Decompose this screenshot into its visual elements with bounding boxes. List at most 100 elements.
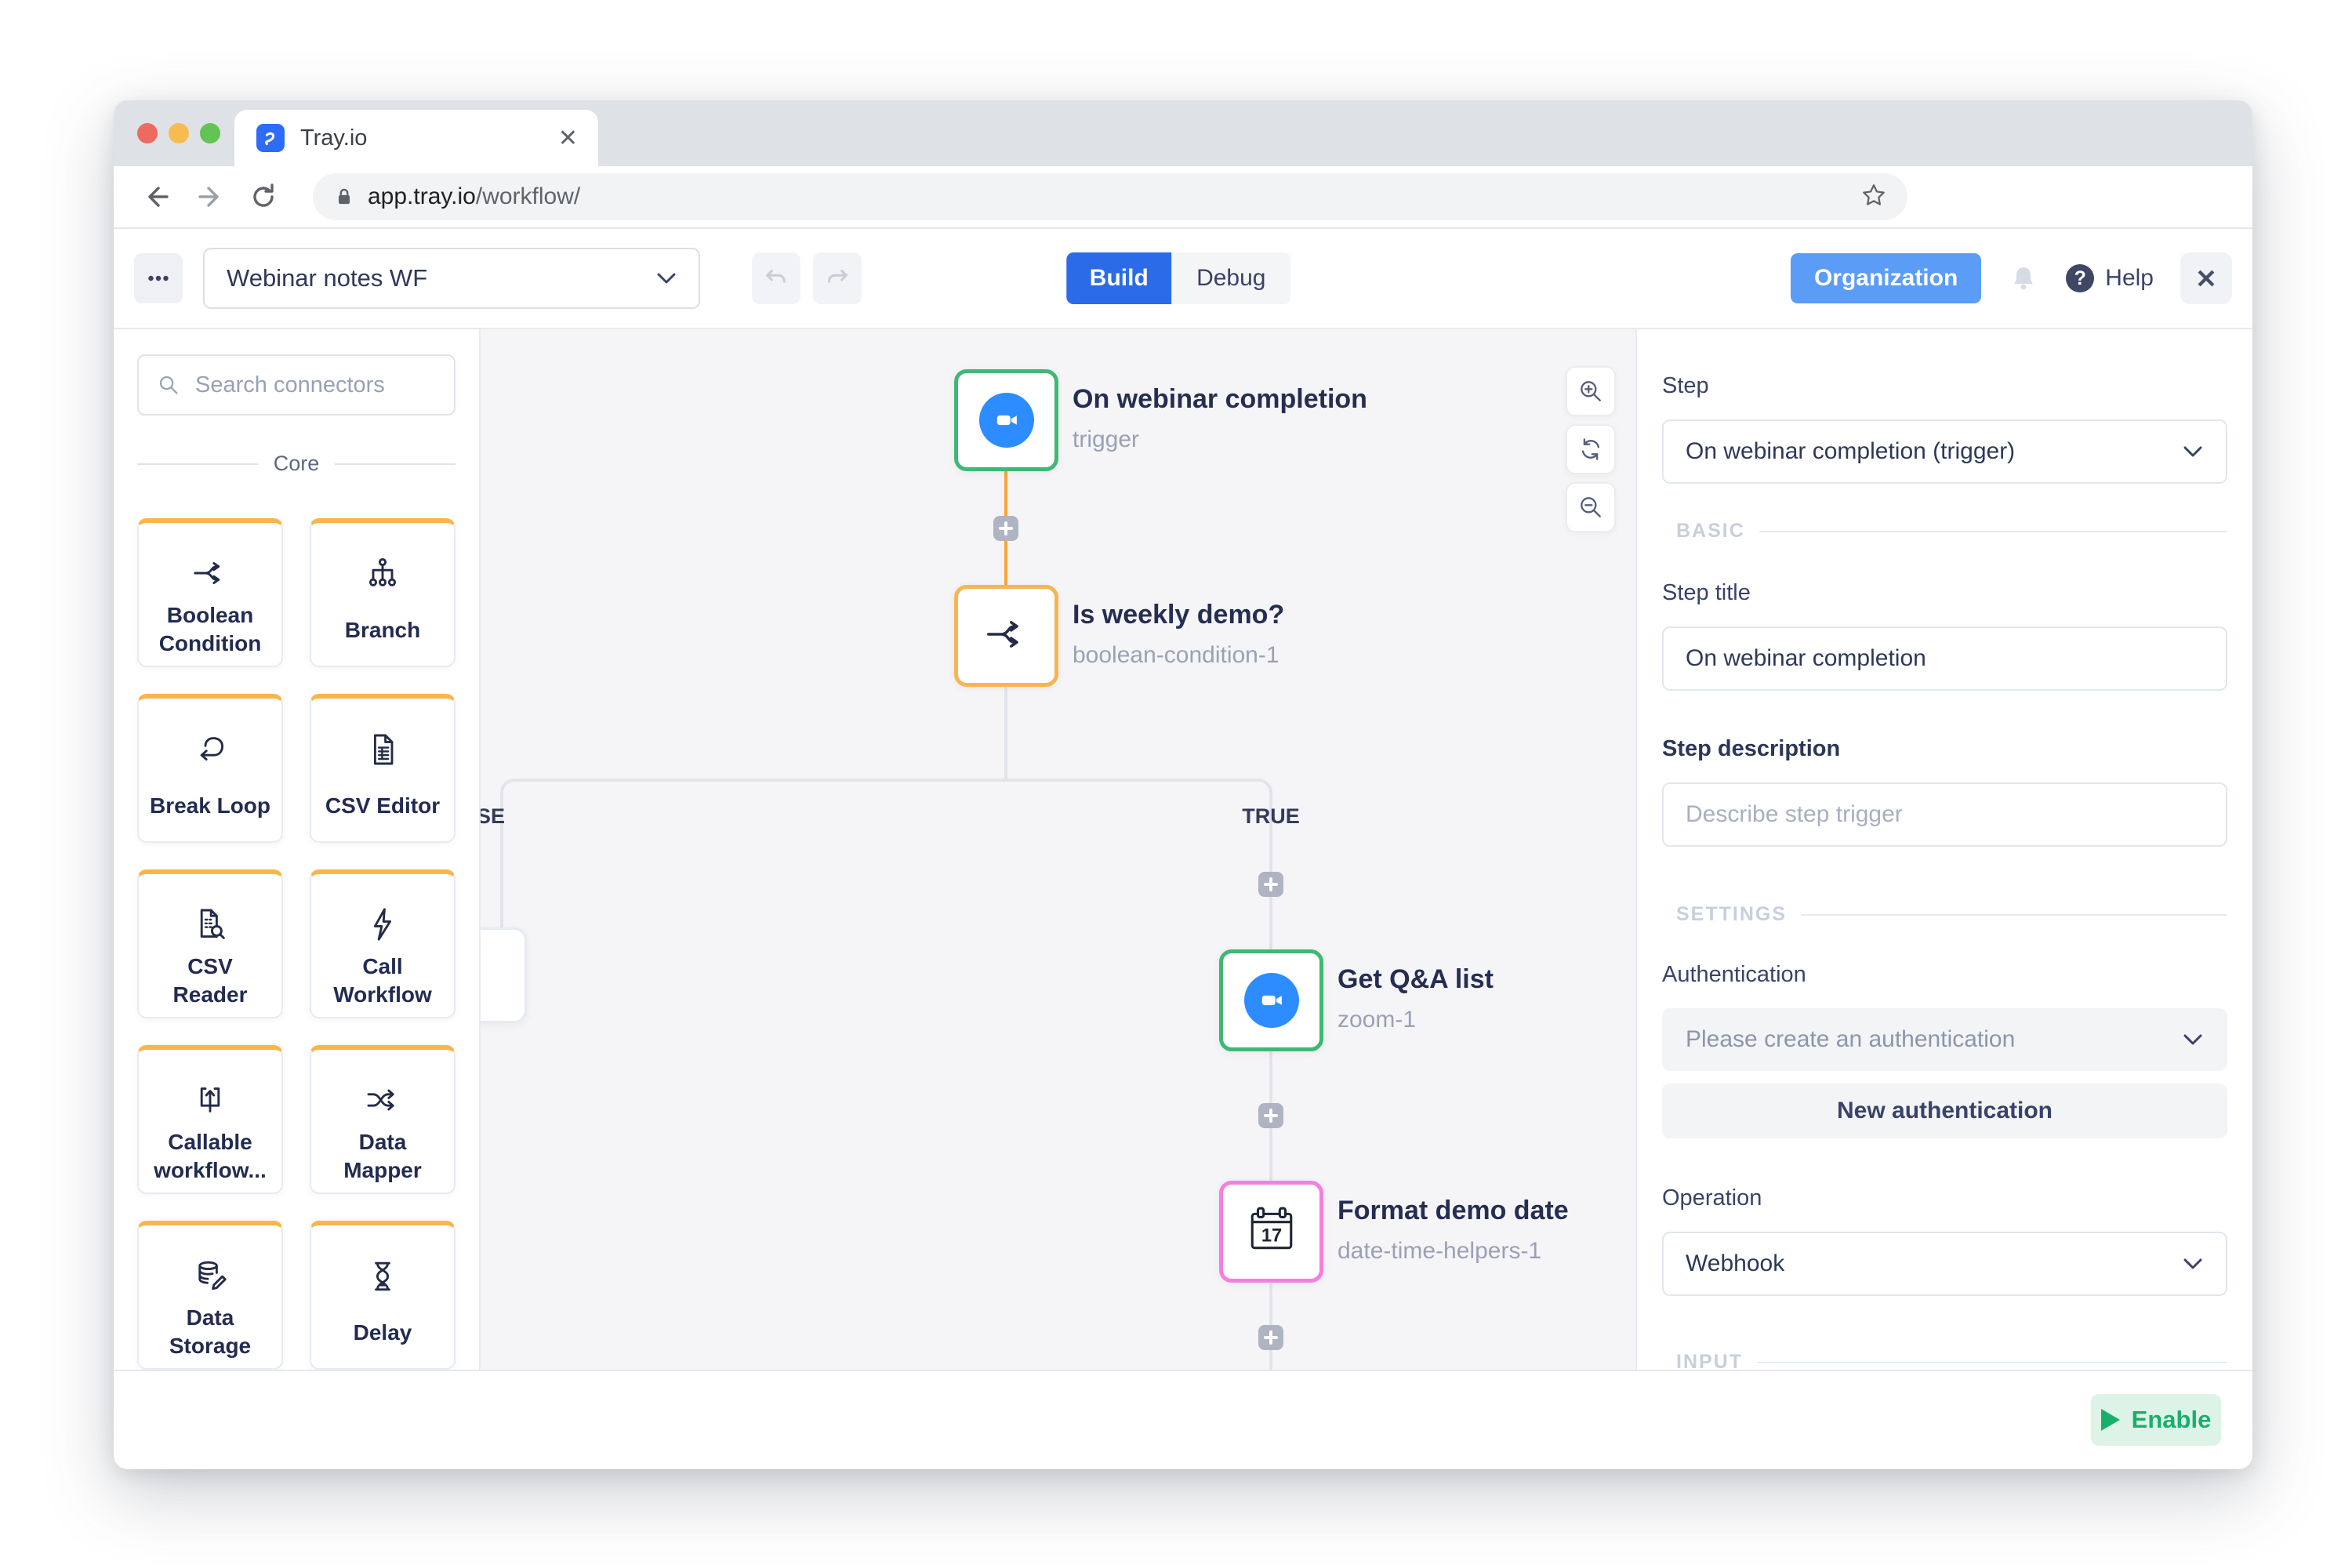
branch-true-label[interactable]: TRUE [1242, 804, 1300, 829]
boolean-condition-icon [191, 545, 229, 601]
add-step-button[interactable] [1258, 872, 1283, 897]
browser-window: Tray.io ✕ app.tray.io/workflow/ Webinar … [114, 100, 2252, 1469]
reload-icon[interactable] [247, 180, 280, 213]
node-title[interactable]: Get Q&A list [1338, 964, 1494, 995]
node-subtitle[interactable]: date-time-helpers-1 [1338, 1238, 1541, 1265]
bookmark-star-icon[interactable] [1860, 182, 1887, 212]
undo-button[interactable] [752, 252, 800, 304]
connector-card-csv-editor[interactable]: CSV Editor [310, 694, 456, 843]
connector-card-data-storage[interactable]: Data Storage [137, 1221, 283, 1370]
browser-url-bar: app.tray.io/workflow/ [114, 166, 2252, 229]
new-authentication-button[interactable]: New authentication [1662, 1083, 2227, 1138]
help-button[interactable]: ? Help [2066, 264, 2154, 292]
chevron-down-icon [2183, 1258, 2202, 1269]
add-step-button[interactable] [993, 516, 1018, 541]
delay-icon [364, 1247, 401, 1305]
search-connectors-input[interactable]: Search connectors [137, 354, 456, 416]
connector-card-call-workflow[interactable]: Call Workflow [310, 869, 456, 1018]
zoom-app-icon [1243, 973, 1299, 1028]
workflow-node-false-branch[interactable] [481, 927, 527, 1023]
address-bar[interactable]: app.tray.io/workflow/ [313, 173, 1907, 220]
connector-card-boolean-condition[interactable]: Boolean Condition [137, 518, 283, 667]
boolean-condition-icon [984, 612, 1029, 661]
connector-label: Boolean Condition [158, 603, 262, 656]
step-description-placeholder: Describe step trigger [1686, 801, 1903, 827]
url-host: app.tray.io [368, 183, 476, 209]
bell-icon[interactable] [2008, 263, 2039, 294]
page: Tray.io ✕ app.tray.io/workflow/ Webinar … [0, 0, 2352, 1568]
content-row: Search connectors Core Boolean Condition… [114, 329, 2252, 1370]
forward-icon[interactable] [194, 180, 227, 213]
enable-button[interactable]: Enable [2091, 1393, 2221, 1446]
organization-button[interactable]: Organization [1790, 253, 1982, 303]
close-panel-button[interactable]: ✕ [2180, 252, 2232, 304]
workflow-node-get-q-a-list[interactable] [1219, 949, 1323, 1051]
add-step-button[interactable] [1258, 1103, 1283, 1128]
workflow-node-on-webinar-completion[interactable] [954, 369, 1058, 471]
enable-label: Enable [2131, 1405, 2212, 1433]
tray-logo-icon [256, 124, 285, 152]
input-section-header: INPUT [1662, 1351, 2227, 1370]
connector-label: Call Workflow [333, 954, 432, 1007]
back-icon[interactable] [140, 180, 173, 213]
branch-icon [364, 545, 401, 603]
connector-card-break-loop[interactable]: Break Loop [137, 694, 283, 843]
callable-workflows-icon [191, 1072, 229, 1128]
undo-icon [766, 269, 786, 283]
minimize-window-button[interactable] [169, 123, 189, 143]
redo-button[interactable] [813, 252, 862, 304]
operation-label: Operation [1662, 1185, 1762, 1210]
break-loop-icon [191, 720, 229, 779]
debug-tab[interactable]: Debug [1171, 252, 1291, 304]
zoom-in-button[interactable] [1566, 366, 1616, 416]
connector-label: Branch [344, 618, 421, 643]
authentication-label: Authentication [1662, 962, 1806, 987]
build-tab[interactable]: Build [1066, 252, 1172, 304]
step-description-input[interactable]: Describe step trigger [1662, 782, 2227, 847]
connector-card-callable-workflow[interactable]: Callable workflow... [137, 1045, 283, 1194]
connector-branch-false[interactable] [500, 779, 1006, 927]
data-storage-icon [191, 1247, 229, 1304]
node-subtitle[interactable]: zoom-1 [1338, 1007, 1416, 1033]
operation-select[interactable]: Webhook [1662, 1232, 2227, 1296]
app-toolbar: Webinar notes WF Build Debug Organizatio… [114, 229, 2252, 329]
connector-line-condition[interactable] [1004, 687, 1007, 781]
browser-tab[interactable]: Tray.io ✕ [234, 110, 598, 166]
connector-card-delay[interactable]: Delay [310, 1221, 456, 1370]
authentication-placeholder: Please create an authentication [1686, 1026, 2016, 1052]
node-title[interactable]: Format demo date [1338, 1196, 1569, 1226]
play-icon [2100, 1408, 2120, 1431]
step-title-label: Step title [1662, 580, 1751, 605]
more-menu-button[interactable] [134, 253, 183, 303]
branch-false-label[interactable]: FALSE [481, 804, 505, 829]
node-subtitle[interactable]: boolean-condition-1 [1073, 642, 1279, 669]
zoom-app-icon [978, 393, 1034, 448]
tab-close-icon[interactable]: ✕ [558, 125, 578, 152]
search-icon [159, 376, 178, 394]
connector-card-data-mapper[interactable]: Data Mapper [310, 1045, 456, 1194]
connector-label: Callable workflow... [154, 1130, 267, 1183]
csv-reader-icon [191, 896, 229, 953]
workflow-node-format-demo-date[interactable]: 17 [1219, 1181, 1323, 1283]
step-select[interactable]: On webinar completion (trigger) [1662, 419, 2227, 484]
add-step-button[interactable] [1258, 1325, 1283, 1350]
authentication-select[interactable]: Please create an authentication [1662, 1008, 2227, 1071]
connector-card-branch[interactable]: Branch [310, 518, 456, 667]
node-title[interactable]: On webinar completion [1073, 384, 1367, 415]
maximize-window-button[interactable] [200, 123, 220, 143]
connector-card-csv-reader[interactable]: CSV Reader [137, 869, 283, 1018]
node-subtitle[interactable]: trigger [1073, 426, 1139, 453]
url-path: /workflow/ [475, 183, 581, 209]
node-title[interactable]: Is weekly demo? [1073, 600, 1284, 630]
csv-editor-icon [364, 720, 401, 779]
toolbar-right-group: Organization ? Help ✕ [1790, 252, 2232, 304]
step-title-input[interactable]: On webinar completion [1662, 626, 2227, 691]
fit-view-button[interactable] [1566, 424, 1616, 474]
workflow-canvas[interactable]: FALSE TRUE On webinar completion trigger Is … [481, 329, 1635, 1370]
step-select-value: On webinar completion (trigger) [1686, 438, 2016, 464]
calendar-17-icon: 17 [1246, 1204, 1298, 1260]
zoom-out-button[interactable] [1566, 482, 1616, 532]
close-window-button[interactable] [137, 123, 158, 143]
workflow-name-select[interactable]: Webinar notes WF [203, 248, 700, 309]
workflow-node-is-weekly-demo[interactable] [954, 585, 1058, 687]
